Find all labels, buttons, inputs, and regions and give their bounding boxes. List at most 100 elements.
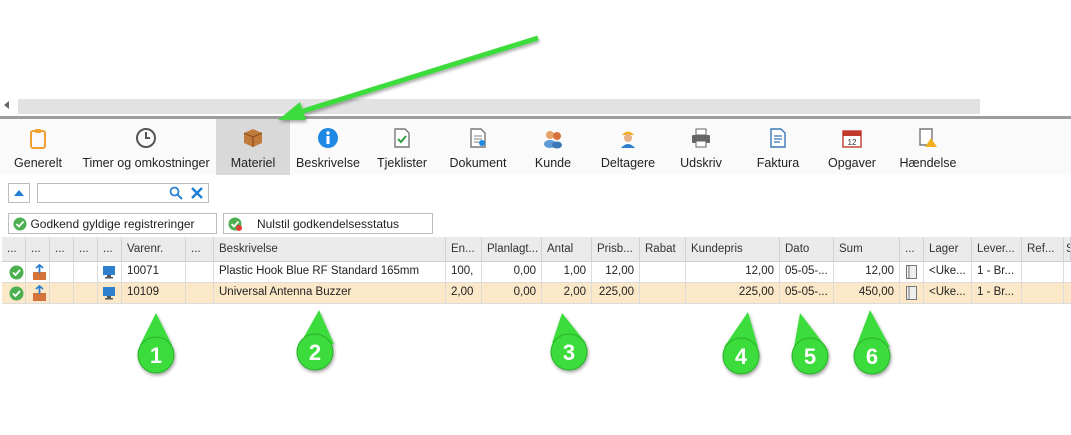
col-header-ref[interactable]: Ref... bbox=[1022, 237, 1064, 262]
search-input[interactable] bbox=[37, 183, 209, 203]
col-header-4[interactable]: ... bbox=[74, 237, 98, 262]
approved-check-icon[interactable] bbox=[9, 265, 24, 280]
empty-cell bbox=[50, 262, 74, 283]
note-cell bbox=[900, 283, 924, 304]
tab-udskriv[interactable]: Udskriv bbox=[672, 119, 730, 175]
col-header-sum[interactable]: Sum bbox=[834, 237, 900, 262]
icon-cell bbox=[26, 262, 50, 283]
col-header-7[interactable]: ... bbox=[186, 237, 214, 262]
col-header-beskrivelse[interactable]: Beskrivelse bbox=[214, 237, 446, 262]
collapse-up-button[interactable] bbox=[8, 183, 30, 203]
prisb-cell[interactable]: 225,00 bbox=[592, 283, 640, 304]
scrollbar-track[interactable] bbox=[18, 99, 980, 114]
col-header-varenr[interactable]: Varenr. bbox=[122, 237, 186, 262]
type-cell bbox=[98, 283, 122, 304]
varenr-cell[interactable]: 10071 bbox=[122, 262, 186, 283]
search-icon[interactable] bbox=[169, 186, 183, 200]
planlagt-cell[interactable]: 0,00 bbox=[482, 283, 542, 304]
rabat-cell[interactable] bbox=[640, 283, 686, 304]
tab-haendelse[interactable]: Hændelse bbox=[894, 119, 962, 175]
dato-cell[interactable]: 05-05-... bbox=[780, 262, 834, 283]
note-cell bbox=[900, 262, 924, 283]
col-header-17[interactable]: ... bbox=[900, 237, 924, 262]
sum-cell[interactable]: 450,00 bbox=[834, 283, 900, 304]
beskrivelse-cell[interactable]: Plastic Hook Blue RF Standard 165mm bbox=[214, 262, 446, 283]
tab-faktura[interactable]: Faktura bbox=[750, 119, 806, 175]
lager-cell[interactable]: <Uke... bbox=[924, 283, 972, 304]
callout-label: 2 bbox=[309, 340, 321, 365]
ribbon-toolbar: Generelt Timer og omkostninger Materiel … bbox=[0, 119, 1071, 175]
col-header-type[interactable]: ... bbox=[98, 237, 122, 262]
ref-cell[interactable] bbox=[1022, 262, 1064, 283]
scroll-left-icon[interactable] bbox=[4, 101, 9, 109]
tab-timer-og-omkostninger[interactable]: Timer og omkostninger bbox=[76, 119, 216, 175]
notebook-icon[interactable] bbox=[906, 286, 917, 300]
planlagt-cell[interactable]: 0,00 bbox=[482, 262, 542, 283]
tab-deltagere[interactable]: Deltagere bbox=[594, 119, 662, 175]
customers-icon bbox=[544, 131, 562, 149]
enhed-cell[interactable]: 2,00 bbox=[446, 283, 482, 304]
approve-valid-button[interactable]: Godkend gyldige registreringer bbox=[8, 213, 217, 234]
rabat-cell[interactable] bbox=[640, 262, 686, 283]
reset-approval-button[interactable]: Nulstil godkendelsesstatus bbox=[223, 213, 433, 234]
col-header-s[interactable]: S bbox=[1064, 237, 1071, 262]
notebook-icon[interactable] bbox=[906, 265, 917, 279]
col-header-leverandor[interactable]: Lever... bbox=[972, 237, 1022, 262]
box-icon bbox=[243, 129, 263, 147]
tab-materiel[interactable]: Materiel bbox=[216, 119, 290, 175]
kundepris-cell[interactable]: 12,00 bbox=[686, 262, 780, 283]
tab-dokument[interactable]: Dokument bbox=[440, 119, 516, 175]
kundepris-cell[interactable]: 225,00 bbox=[686, 283, 780, 304]
col-header-lager[interactable]: Lager bbox=[924, 237, 972, 262]
col-header-dato[interactable]: Dato bbox=[780, 237, 834, 262]
tab-tjeklister[interactable]: Tjeklister bbox=[370, 119, 434, 175]
enhed-cell[interactable]: 100, bbox=[446, 262, 482, 283]
approved-check-icon[interactable] bbox=[9, 286, 24, 301]
antal-cell[interactable]: 2,00 bbox=[542, 283, 592, 304]
tab-beskrivelse[interactable]: Beskrivelse bbox=[292, 119, 364, 175]
col-header-prisb[interactable]: Prisb... bbox=[592, 237, 640, 262]
tab-kunde[interactable]: Kunde bbox=[526, 119, 580, 175]
callout-label: 4 bbox=[735, 344, 748, 369]
tab-label: Opgaver bbox=[828, 156, 876, 170]
callout-4: 4 bbox=[722, 312, 760, 375]
col-header-antal[interactable]: Antal bbox=[542, 237, 592, 262]
col-header-icon[interactable]: ... bbox=[26, 237, 50, 262]
tab-label: Beskrivelse bbox=[296, 156, 360, 170]
sum-cell[interactable]: 12,00 bbox=[834, 262, 900, 283]
col-header-status[interactable]: ... bbox=[2, 237, 26, 262]
worker-icon bbox=[621, 131, 635, 148]
col-header-kundepris[interactable]: Kundepris bbox=[686, 237, 780, 262]
leverandor-cell[interactable]: 1 - Br... bbox=[972, 283, 1022, 304]
empty-cell bbox=[50, 283, 74, 304]
varenr-cell[interactable]: 10109 bbox=[122, 283, 186, 304]
col-header-enhed[interactable]: En... bbox=[446, 237, 482, 262]
tab-label: Deltagere bbox=[600, 156, 656, 170]
callout-1: 1 bbox=[137, 313, 175, 374]
event-warning-icon bbox=[919, 128, 937, 147]
reset-label: Nulstil godkendelsesstatus bbox=[256, 217, 400, 231]
tab-label: Udskriv bbox=[680, 156, 722, 170]
ref-cell[interactable] bbox=[1022, 283, 1064, 304]
horizontal-scrollbar[interactable] bbox=[0, 98, 980, 114]
beskrivelse-cell[interactable]: Universal Antenna Buzzer bbox=[214, 283, 446, 304]
table-row[interactable]: 10071 Plastic Hook Blue RF Standard 165m… bbox=[2, 262, 1071, 283]
tab-generelt[interactable]: Generelt bbox=[4, 119, 72, 175]
dato-cell[interactable]: 05-05-... bbox=[780, 283, 834, 304]
upload-box-icon[interactable] bbox=[31, 285, 48, 302]
upload-box-icon[interactable] bbox=[31, 264, 48, 281]
empty-cell bbox=[186, 262, 214, 283]
col-header-planlagt[interactable]: Planlagt... bbox=[482, 237, 542, 262]
svg-text:12: 12 bbox=[848, 138, 857, 147]
leverandor-cell[interactable]: 1 - Br... bbox=[972, 262, 1022, 283]
lager-cell[interactable]: <Uke... bbox=[924, 262, 972, 283]
clear-icon[interactable] bbox=[190, 186, 204, 200]
prisb-cell[interactable]: 12,00 bbox=[592, 262, 640, 283]
col-header-rabat[interactable]: Rabat bbox=[640, 237, 686, 262]
tab-label: Tjeklister bbox=[376, 156, 427, 170]
col-header-3[interactable]: ... bbox=[50, 237, 74, 262]
antal-cell[interactable]: 1,00 bbox=[542, 262, 592, 283]
table-row-selected[interactable]: 10109 Universal Antenna Buzzer 2,00 0,00… bbox=[2, 283, 1071, 304]
checklist-icon bbox=[394, 128, 410, 148]
tab-opgaver[interactable]: 12 Opgaver bbox=[822, 119, 882, 175]
